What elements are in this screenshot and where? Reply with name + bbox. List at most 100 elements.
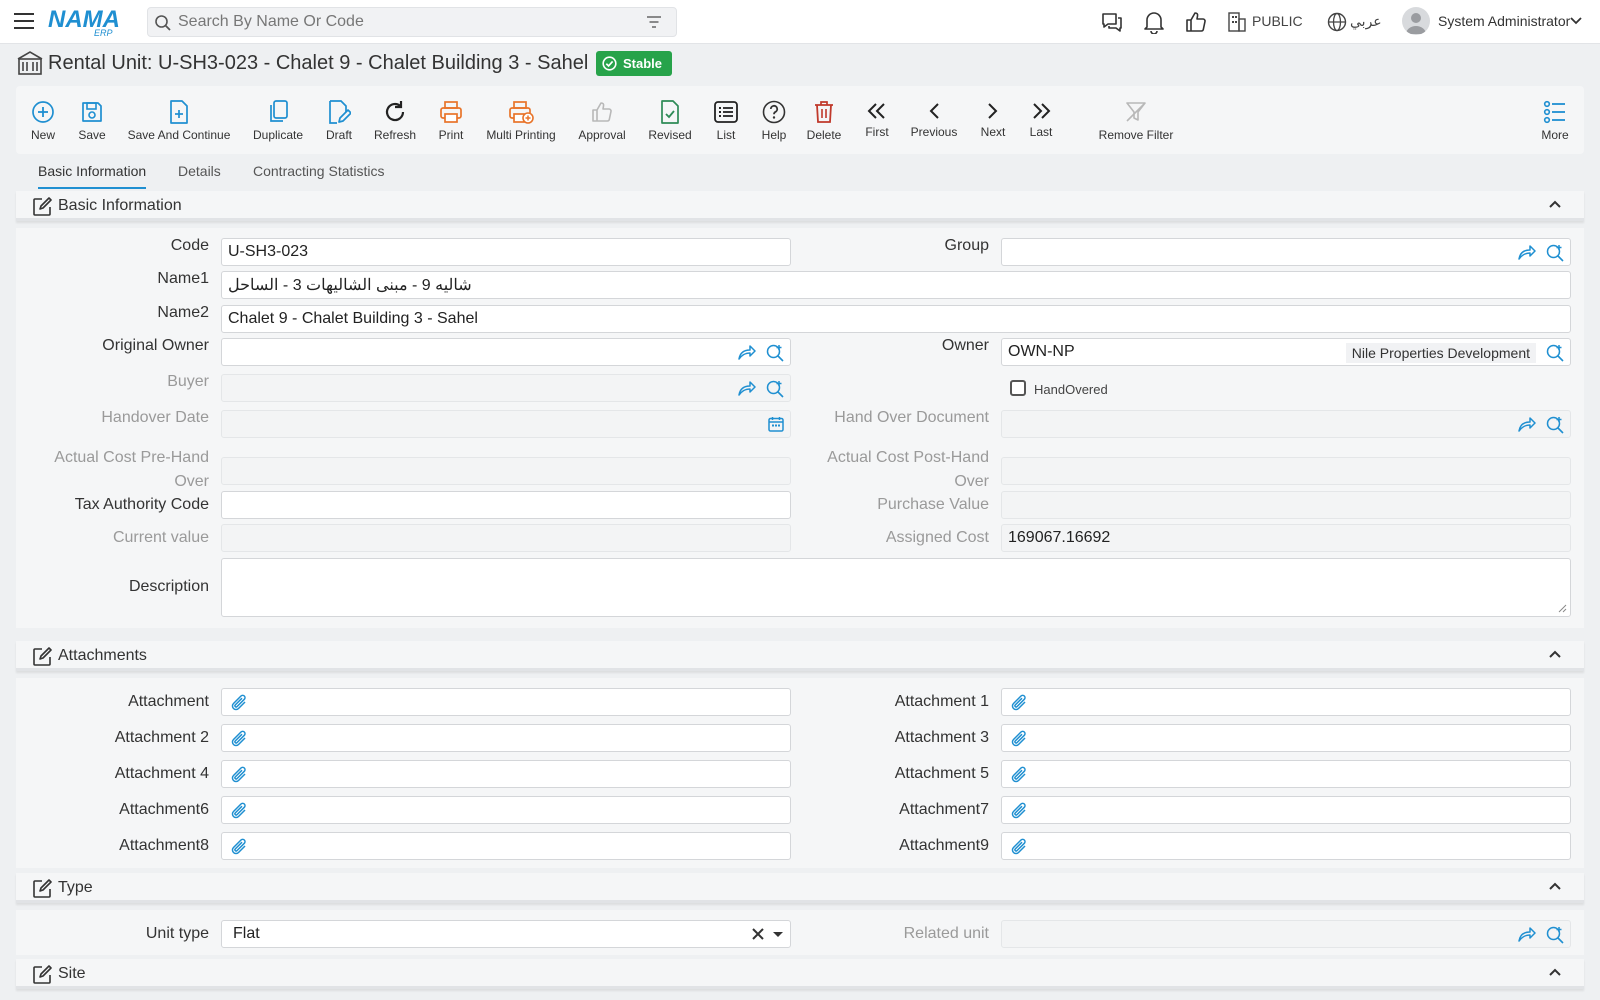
resize-handle-icon[interactable] xyxy=(1558,604,1567,613)
new-button[interactable]: New xyxy=(30,86,56,154)
approval-button[interactable]: Approval xyxy=(578,86,626,154)
actual-cost-post-field[interactable] xyxy=(1001,457,1571,485)
multi-printing-button[interactable]: Multi Printing xyxy=(486,86,556,154)
attachment-field[interactable] xyxy=(221,688,791,716)
attachment-2-field[interactable] xyxy=(221,724,791,752)
section-basic-information[interactable]: Basic Information xyxy=(16,191,1584,221)
revised-button[interactable]: Revised xyxy=(648,86,692,154)
actual-cost-pre-field[interactable] xyxy=(221,457,791,485)
attachment-7-field[interactable] xyxy=(1001,796,1571,824)
related-unit-field[interactable] xyxy=(1001,920,1571,948)
section-type[interactable]: Type xyxy=(16,873,1584,903)
paperclip-icon[interactable] xyxy=(230,838,248,856)
language-switch[interactable]: عربي xyxy=(1350,13,1382,30)
next-button[interactable]: Next xyxy=(978,86,1008,154)
user-name[interactable]: System Administrator xyxy=(1438,13,1570,29)
description-field[interactable] xyxy=(221,558,1571,617)
attachment-8-field[interactable] xyxy=(221,832,791,860)
open-link-icon[interactable] xyxy=(1518,416,1536,432)
chevron-up-icon[interactable] xyxy=(1548,881,1562,891)
search-plus-icon[interactable] xyxy=(766,380,784,398)
attachment-1-field[interactable] xyxy=(1001,688,1571,716)
bell-icon[interactable] xyxy=(1143,10,1165,34)
attachment-3-field[interactable] xyxy=(1001,724,1571,752)
list-button[interactable]: List xyxy=(714,86,738,154)
open-link-icon[interactable] xyxy=(738,344,756,360)
assigned-cost-field[interactable]: 169067.16692 xyxy=(1001,524,1571,552)
hand-over-document-field[interactable] xyxy=(1001,410,1571,438)
refresh-button[interactable]: Refresh xyxy=(374,86,416,154)
duplicate-button[interactable]: Duplicate xyxy=(253,86,303,154)
open-link-icon[interactable] xyxy=(1518,926,1536,942)
open-link-icon[interactable] xyxy=(738,380,756,396)
search-plus-icon[interactable] xyxy=(1546,416,1564,434)
tab-basic-information[interactable]: Basic Information xyxy=(38,163,147,189)
draft-button[interactable]: Draft xyxy=(324,86,354,154)
code-field[interactable]: U-SH3-023 xyxy=(221,238,791,266)
delete-button[interactable]: Delete xyxy=(806,86,842,154)
assigned-cost-label: Assigned Cost xyxy=(885,529,989,546)
caret-down-icon[interactable] xyxy=(772,928,784,940)
chevron-up-icon[interactable] xyxy=(1548,649,1562,659)
search-plus-icon[interactable] xyxy=(1546,926,1564,944)
handover-date-field[interactable] xyxy=(221,410,791,438)
chevron-up-icon[interactable] xyxy=(1548,967,1562,977)
paperclip-icon[interactable] xyxy=(230,766,248,784)
paperclip-icon[interactable] xyxy=(1010,730,1028,748)
remove-filter-label: Remove Filter xyxy=(1098,128,1174,142)
name2-field[interactable]: Chalet 9 - Chalet Building 3 - Sahel xyxy=(221,305,1571,333)
handovered-checkbox[interactable] xyxy=(1010,380,1026,396)
tab-details[interactable]: Details xyxy=(178,163,221,187)
help-button[interactable]: Help xyxy=(760,86,788,154)
avatar[interactable] xyxy=(1402,7,1430,35)
paperclip-icon[interactable] xyxy=(230,730,248,748)
chat-icon[interactable] xyxy=(1100,10,1124,34)
tax-authority-code-field[interactable] xyxy=(221,491,791,519)
chevron-down-icon[interactable] xyxy=(1570,16,1582,26)
paperclip-icon[interactable] xyxy=(1010,694,1028,712)
paperclip-icon[interactable] xyxy=(230,802,248,820)
purchase-value-field[interactable] xyxy=(1001,491,1571,519)
save-button[interactable]: Save xyxy=(78,86,106,154)
search-plus-icon[interactable] xyxy=(1546,244,1564,262)
original-owner-field[interactable] xyxy=(221,338,791,366)
buyer-field[interactable] xyxy=(221,374,791,402)
search-plus-icon[interactable] xyxy=(1546,344,1564,362)
first-button[interactable]: First xyxy=(864,86,890,154)
owner-field[interactable]: OWN-NP Nile Properties Development xyxy=(1001,338,1571,366)
paperclip-icon[interactable] xyxy=(1010,766,1028,784)
more-button[interactable]: More xyxy=(1540,86,1570,154)
paperclip-icon[interactable] xyxy=(1010,838,1028,856)
attachment-9-field[interactable] xyxy=(1001,832,1571,860)
branch-label[interactable]: PUBLIC xyxy=(1252,13,1303,29)
calendar-icon[interactable] xyxy=(768,416,784,432)
filter-icon[interactable] xyxy=(646,15,662,29)
section-attachments[interactable]: Attachments xyxy=(16,641,1584,671)
search-input[interactable] xyxy=(178,11,638,33)
owner-label: Owner xyxy=(941,337,989,354)
attachment-5-field[interactable] xyxy=(1001,760,1571,788)
remove-filter-button[interactable]: Remove Filter xyxy=(1096,86,1176,154)
tab-contracting-statistics[interactable]: Contracting Statistics xyxy=(253,163,385,187)
search-plus-icon[interactable] xyxy=(766,344,784,362)
save-and-continue-button[interactable]: Save And Continue xyxy=(128,86,230,154)
like-icon[interactable] xyxy=(1184,10,1208,34)
menu-icon[interactable] xyxy=(14,13,34,29)
chevron-up-icon[interactable] xyxy=(1548,199,1562,209)
name1-field[interactable]: شاليه 9 - مبنى الشاليهات 3 - الساحل xyxy=(221,271,1571,299)
last-button[interactable]: Last xyxy=(1028,86,1054,154)
attachment-6-field[interactable] xyxy=(221,796,791,824)
unit-type-select[interactable]: Flat xyxy=(221,920,791,948)
duplicate-label: Duplicate xyxy=(252,128,304,142)
paperclip-icon[interactable] xyxy=(230,694,248,712)
previous-button[interactable]: Previous xyxy=(910,86,958,154)
paperclip-icon[interactable] xyxy=(1010,802,1028,820)
section-site[interactable]: Site xyxy=(16,959,1584,989)
print-button[interactable]: Print xyxy=(438,86,464,154)
current-value-field[interactable] xyxy=(221,524,791,552)
attachment-4-field[interactable] xyxy=(221,760,791,788)
clear-icon[interactable] xyxy=(752,928,764,940)
print-label: Print xyxy=(438,128,464,142)
open-link-icon[interactable] xyxy=(1518,244,1536,260)
group-field[interactable] xyxy=(1001,238,1571,266)
